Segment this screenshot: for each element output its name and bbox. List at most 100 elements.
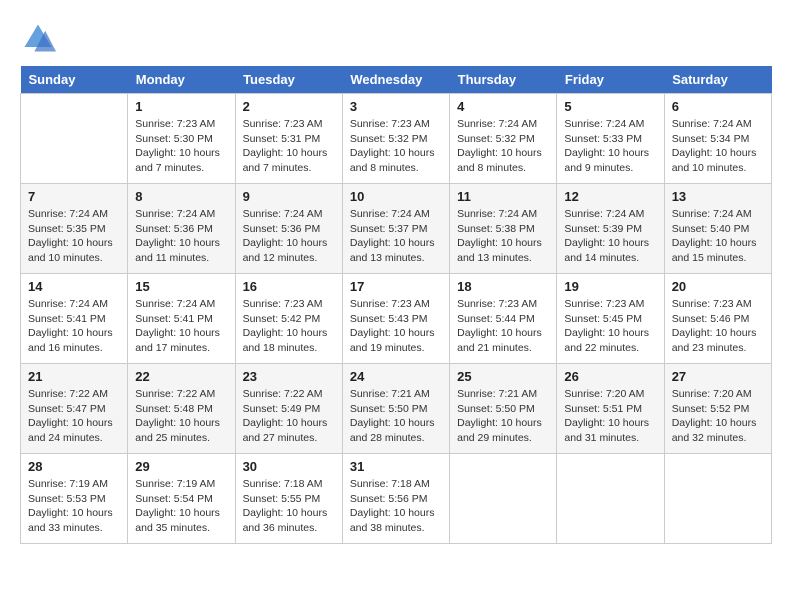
day-info: Sunrise: 7:24 AM Sunset: 5:40 PM Dayligh… <box>672 207 764 266</box>
day-number: 15 <box>135 279 227 294</box>
calendar-table: SundayMondayTuesdayWednesdayThursdayFrid… <box>20 66 772 544</box>
day-info: Sunrise: 7:18 AM Sunset: 5:56 PM Dayligh… <box>350 477 442 536</box>
day-info: Sunrise: 7:24 AM Sunset: 5:41 PM Dayligh… <box>135 297 227 356</box>
weekday-header-thursday: Thursday <box>450 66 557 94</box>
day-number: 27 <box>672 369 764 384</box>
day-info: Sunrise: 7:18 AM Sunset: 5:55 PM Dayligh… <box>243 477 335 536</box>
day-info: Sunrise: 7:24 AM Sunset: 5:39 PM Dayligh… <box>564 207 656 266</box>
day-cell-1: 1Sunrise: 7:23 AM Sunset: 5:30 PM Daylig… <box>128 94 235 184</box>
day-cell-8: 8 Sunrise: 7:24 AM Sunset: 5:36 PM Daylig… <box>128 184 235 274</box>
day-info: Sunrise: 7:22 AM Sunset: 5:47 PM Dayligh… <box>28 387 120 446</box>
day-number: 20 <box>672 279 764 294</box>
day-number: 10 <box>350 189 442 204</box>
empty-cell <box>450 454 557 544</box>
day-info: Sunrise: 7:24 AM Sunset: 5:34 PM Dayligh… <box>672 117 764 176</box>
weekday-row: SundayMondayTuesdayWednesdayThursdayFrid… <box>21 66 772 94</box>
day-cell-26: 26Sunrise: 7:20 AM Sunset: 5:51 PM Dayli… <box>557 364 664 454</box>
day-number: 5 <box>564 99 656 114</box>
day-cell-24: 24 Sunrise: 7:21 AM Sunset: 5:50 PM Dayli… <box>342 364 449 454</box>
day-number: 22 <box>135 369 227 384</box>
day-number: 26 <box>564 369 656 384</box>
day-cell-22: 22 Sunrise: 7:22 AM Sunset: 5:48 PM Dayli… <box>128 364 235 454</box>
day-cell-12: 12 Sunrise: 7:24 AM Sunset: 5:39 PM Dayli… <box>557 184 664 274</box>
day-info: Sunrise: 7:24 AM Sunset: 5:33 PM Dayligh… <box>564 117 656 176</box>
day-cell-29: 29Sunrise: 7:19 AM Sunset: 5:54 PM Dayli… <box>128 454 235 544</box>
day-number: 6 <box>672 99 764 114</box>
weekday-header-friday: Friday <box>557 66 664 94</box>
day-number: 3 <box>350 99 442 114</box>
day-number: 2 <box>243 99 335 114</box>
day-cell-17: 17 Sunrise: 7:23 AM Sunset: 5:43 PM Dayli… <box>342 274 449 364</box>
weekday-header-wednesday: Wednesday <box>342 66 449 94</box>
day-cell-4: 4 Sunrise: 7:24 AM Sunset: 5:32 PM Daylig… <box>450 94 557 184</box>
day-cell-5: 5 Sunrise: 7:24 AM Sunset: 5:33 PM Daylig… <box>557 94 664 184</box>
day-cell-3: 3 Sunrise: 7:23 AM Sunset: 5:32 PM Daylig… <box>342 94 449 184</box>
day-info: Sunrise: 7:24 AM Sunset: 5:32 PM Dayligh… <box>457 117 549 176</box>
day-info: Sunrise: 7:24 AM Sunset: 5:38 PM Dayligh… <box>457 207 549 266</box>
day-number: 21 <box>28 369 120 384</box>
day-info: Sunrise: 7:24 AM Sunset: 5:41 PM Dayligh… <box>28 297 120 356</box>
day-info: Sunrise: 7:23 AM Sunset: 5:43 PM Dayligh… <box>350 297 442 356</box>
weekday-header-tuesday: Tuesday <box>235 66 342 94</box>
day-info: Sunrise: 7:21 AM Sunset: 5:50 PM Dayligh… <box>350 387 442 446</box>
week-row-5: 28Sunrise: 7:19 AM Sunset: 5:53 PM Dayli… <box>21 454 772 544</box>
day-cell-7: 7Sunrise: 7:24 AM Sunset: 5:35 PM Daylig… <box>21 184 128 274</box>
day-cell-13: 13 Sunrise: 7:24 AM Sunset: 5:40 PM Dayli… <box>664 184 771 274</box>
logo-icon <box>20 20 56 56</box>
day-number: 14 <box>28 279 120 294</box>
day-cell-9: 9Sunrise: 7:24 AM Sunset: 5:36 PM Daylig… <box>235 184 342 274</box>
day-number: 17 <box>350 279 442 294</box>
day-cell-14: 14 Sunrise: 7:24 AM Sunset: 5:41 PM Dayli… <box>21 274 128 364</box>
day-number: 1 <box>135 99 227 114</box>
day-info: Sunrise: 7:23 AM Sunset: 5:44 PM Dayligh… <box>457 297 549 356</box>
weekday-header-saturday: Saturday <box>664 66 771 94</box>
day-number: 30 <box>243 459 335 474</box>
day-info: Sunrise: 7:23 AM Sunset: 5:42 PM Dayligh… <box>243 297 335 356</box>
day-info: Sunrise: 7:23 AM Sunset: 5:32 PM Dayligh… <box>350 117 442 176</box>
day-number: 24 <box>350 369 442 384</box>
day-number: 12 <box>564 189 656 204</box>
day-cell-18: 18 Sunrise: 7:23 AM Sunset: 5:44 PM Dayli… <box>450 274 557 364</box>
day-number: 13 <box>672 189 764 204</box>
day-cell-10: 10 Sunrise: 7:24 AM Sunset: 5:37 PM Dayli… <box>342 184 449 274</box>
empty-cell <box>664 454 771 544</box>
day-info: Sunrise: 7:24 AM Sunset: 5:36 PM Dayligh… <box>135 207 227 266</box>
day-cell-21: 21 Sunrise: 7:22 AM Sunset: 5:47 PM Dayli… <box>21 364 128 454</box>
day-cell-20: 20Sunrise: 7:23 AM Sunset: 5:46 PM Dayli… <box>664 274 771 364</box>
week-row-2: 7Sunrise: 7:24 AM Sunset: 5:35 PM Daylig… <box>21 184 772 274</box>
day-number: 28 <box>28 459 120 474</box>
day-info: Sunrise: 7:22 AM Sunset: 5:49 PM Dayligh… <box>243 387 335 446</box>
logo <box>20 20 60 56</box>
empty-cell <box>557 454 664 544</box>
day-info: Sunrise: 7:23 AM Sunset: 5:45 PM Dayligh… <box>564 297 656 356</box>
weekday-header-sunday: Sunday <box>21 66 128 94</box>
day-number: 18 <box>457 279 549 294</box>
day-number: 8 <box>135 189 227 204</box>
weekday-header-monday: Monday <box>128 66 235 94</box>
day-info: Sunrise: 7:24 AM Sunset: 5:37 PM Dayligh… <box>350 207 442 266</box>
day-cell-16: 16Sunrise: 7:23 AM Sunset: 5:42 PM Dayli… <box>235 274 342 364</box>
day-number: 31 <box>350 459 442 474</box>
day-number: 7 <box>28 189 120 204</box>
day-cell-27: 27 Sunrise: 7:20 AM Sunset: 5:52 PM Dayli… <box>664 364 771 454</box>
empty-cell <box>21 94 128 184</box>
day-info: Sunrise: 7:19 AM Sunset: 5:54 PM Dayligh… <box>135 477 227 536</box>
calendar-header: SundayMondayTuesdayWednesdayThursdayFrid… <box>21 66 772 94</box>
day-number: 11 <box>457 189 549 204</box>
day-cell-15: 15 Sunrise: 7:24 AM Sunset: 5:41 PM Dayli… <box>128 274 235 364</box>
day-cell-11: 11 Sunrise: 7:24 AM Sunset: 5:38 PM Dayli… <box>450 184 557 274</box>
calendar-body: 1Sunrise: 7:23 AM Sunset: 5:30 PM Daylig… <box>21 94 772 544</box>
day-info: Sunrise: 7:22 AM Sunset: 5:48 PM Dayligh… <box>135 387 227 446</box>
day-info: Sunrise: 7:21 AM Sunset: 5:50 PM Dayligh… <box>457 387 549 446</box>
day-cell-30: 30 Sunrise: 7:18 AM Sunset: 5:55 PM Dayli… <box>235 454 342 544</box>
day-number: 23 <box>243 369 335 384</box>
day-number: 19 <box>564 279 656 294</box>
day-info: Sunrise: 7:20 AM Sunset: 5:52 PM Dayligh… <box>672 387 764 446</box>
day-number: 4 <box>457 99 549 114</box>
day-cell-6: 6 Sunrise: 7:24 AM Sunset: 5:34 PM Daylig… <box>664 94 771 184</box>
day-cell-19: 19 Sunrise: 7:23 AM Sunset: 5:45 PM Dayli… <box>557 274 664 364</box>
day-cell-28: 28Sunrise: 7:19 AM Sunset: 5:53 PM Dayli… <box>21 454 128 544</box>
day-cell-31: 31 Sunrise: 7:18 AM Sunset: 5:56 PM Dayli… <box>342 454 449 544</box>
day-cell-25: 25Sunrise: 7:21 AM Sunset: 5:50 PM Dayli… <box>450 364 557 454</box>
week-row-1: 1Sunrise: 7:23 AM Sunset: 5:30 PM Daylig… <box>21 94 772 184</box>
